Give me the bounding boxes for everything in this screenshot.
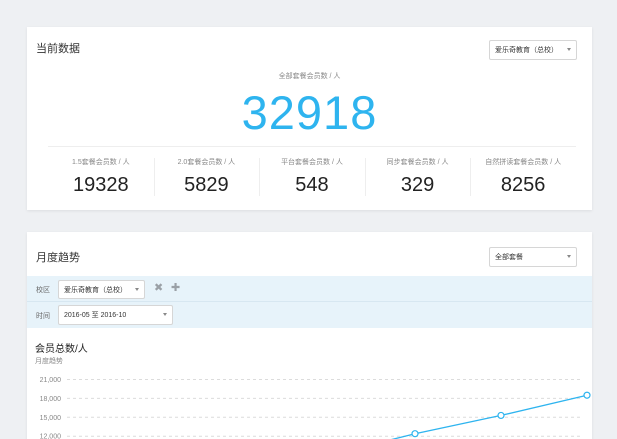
- current-data-title: 当前数据: [36, 43, 80, 55]
- filter-label-time: 时间: [36, 313, 50, 320]
- current-data-card: 当前数据 爱乐奇教育（总校） 全部套餐会员数 / 人 32918 1.5套餐会员…: [27, 27, 592, 210]
- y-tick-label: 18,000: [40, 396, 62, 403]
- data-point[interactable]: [497, 411, 505, 420]
- data-point[interactable]: [411, 430, 419, 438]
- chevron-down-icon: [567, 48, 571, 51]
- stat-label: 自然拼读套餐会员数 / 人: [485, 159, 562, 166]
- plus-icon[interactable]: ✚: [171, 283, 180, 294]
- data-point[interactable]: [583, 391, 591, 399]
- stat-package-sync: 同步套餐会员数 / 人 329: [364, 152, 471, 202]
- stat-value: 5829: [184, 174, 229, 196]
- stat-package-1-5: 1.5套餐会员数 / 人 19328: [48, 152, 154, 202]
- monthly-trend-card: 月度趋势 全部套餐 校区 爱乐奇教育（总校） ✖ ✚ 时间 2016-05 至 …: [27, 232, 592, 439]
- total-members-label: 全部套餐会员数 / 人: [278, 73, 341, 80]
- campus-filter-value: 爱乐奇教育（总校）: [64, 286, 127, 294]
- filter-panel: 校区 爱乐奇教育（总校） ✖ ✚ 时间 2016-05 至 2016-10: [27, 276, 592, 328]
- package-stats: 1.5套餐会员数 / 人 19328 2.0套餐会员数 / 人 5829 平台套…: [48, 152, 576, 202]
- stat-package-phonics: 自然拼读套餐会员数 / 人 8256: [470, 152, 576, 202]
- y-tick-label: 12,000: [40, 434, 62, 439]
- stat-value: 329: [400, 174, 435, 196]
- close-x-icon[interactable]: ✖: [154, 283, 163, 294]
- monthly-trend-title: 月度趋势: [36, 252, 80, 264]
- chart-title: 会员总数/人: [35, 344, 88, 355]
- chevron-down-icon: [163, 313, 167, 316]
- y-tick-label: 21,000: [40, 377, 62, 384]
- total-members-value: 32918: [241, 86, 378, 139]
- stat-package-2-0: 2.0套餐会员数 / 人 5829: [153, 152, 260, 202]
- divider: [48, 146, 576, 147]
- campus-filter-select[interactable]: 爱乐奇教育（总校）: [58, 280, 145, 299]
- chart-subtitle: 月度趋势: [35, 358, 63, 365]
- campus-select[interactable]: 爱乐奇教育（总校）: [489, 40, 577, 60]
- y-tick-label: 15,000: [40, 415, 62, 422]
- stat-label: 同步套餐会员数 / 人: [386, 159, 449, 166]
- stat-value: 19328: [72, 174, 129, 196]
- filter-label-campus: 校区: [36, 287, 50, 294]
- stat-label: 平台套餐会员数 / 人: [281, 159, 343, 166]
- stat-value: 8256: [500, 174, 546, 196]
- stat-label: 2.0套餐会员数 / 人: [177, 159, 236, 166]
- chevron-down-icon: [567, 255, 571, 258]
- time-range-select[interactable]: 2016-05 至 2016-10: [58, 305, 173, 325]
- chevron-down-icon: [135, 287, 139, 291]
- stat-label: 1.5套餐会员数 / 人: [72, 159, 130, 166]
- package-select[interactable]: 全部套餐: [489, 247, 577, 267]
- stat-package-platform: 平台套餐会员数 / 人 548: [259, 152, 365, 202]
- member-trend-chart: 21,000 18,000 15,000 12,000: [40, 377, 591, 439]
- campus-select-value: 爱乐奇教育（总校）: [495, 47, 558, 54]
- package-select-value: 全部套餐: [495, 254, 523, 261]
- filter-row-campus: 校区 爱乐奇教育（总校） ✖ ✚: [27, 276, 592, 302]
- time-range-value: 2016-05 至 2016-10: [64, 312, 127, 319]
- filter-row-time: 时间 2016-05 至 2016-10: [27, 302, 592, 328]
- stat-value: 548: [295, 174, 329, 196]
